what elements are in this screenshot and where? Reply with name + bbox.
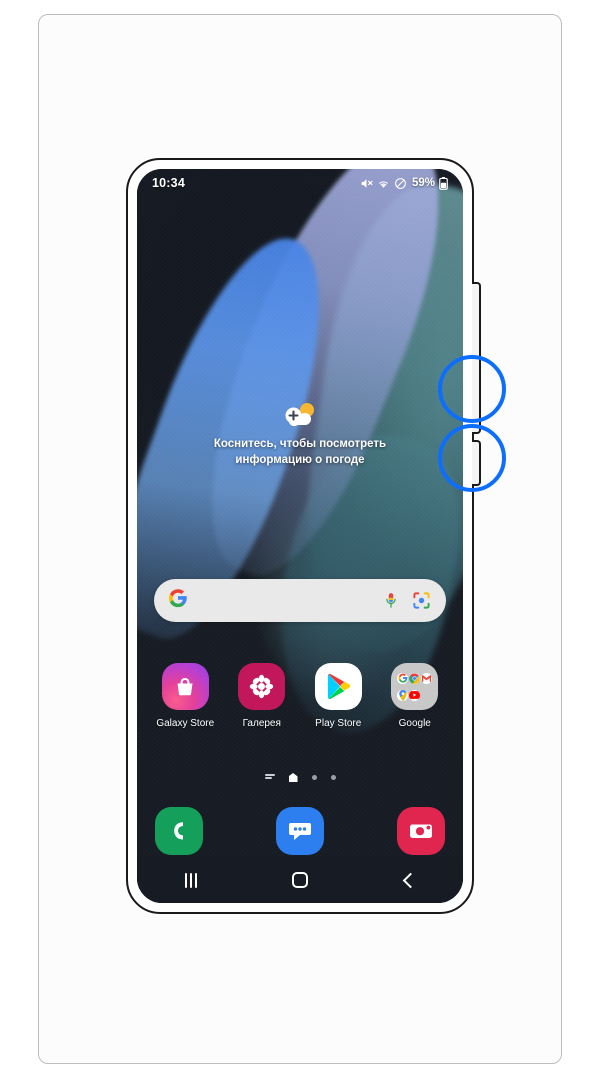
google-lens-icon[interactable] <box>410 590 432 612</box>
apps-list-glyph-icon[interactable] <box>264 773 275 782</box>
play-store-icon <box>314 663 362 710</box>
google-g-icon <box>168 588 188 613</box>
gallery-icon <box>238 663 286 710</box>
weather-add-cloud-sun-icon <box>282 401 318 429</box>
page-indicator <box>137 773 463 782</box>
messages-icon[interactable] <box>276 807 324 855</box>
phone-icon[interactable] <box>155 807 203 855</box>
page-dot[interactable] <box>311 775 317 780</box>
chrome-icon <box>409 672 421 684</box>
maps-icon <box>397 689 409 701</box>
navigation-bar <box>137 857 463 903</box>
weather-widget[interactable]: Коснитесь, чтобы посмотреть информацию о… <box>137 401 463 468</box>
annotation-circle-volume <box>438 355 506 423</box>
app-label: Galaxy Store <box>156 718 215 729</box>
home-icon[interactable] <box>277 865 323 895</box>
page-dot[interactable] <box>330 775 336 780</box>
gmail-icon <box>421 672 433 684</box>
home-page-active-indicator[interactable] <box>288 773 298 782</box>
galaxy-store-icon <box>161 663 209 710</box>
app-label: Google <box>398 718 431 729</box>
app-galaxy-store[interactable]: Galaxy Store <box>152 663 218 729</box>
google-search-bar[interactable] <box>154 579 446 622</box>
phone-screen: 10:34 59% Коснитесь, чтобы посмотреть ин… <box>137 169 463 903</box>
battery-percent-label: 59% <box>411 177 435 189</box>
app-play-store[interactable]: Play Store <box>305 663 371 729</box>
recents-icon[interactable] <box>168 865 214 895</box>
app-google-folder[interactable]: Google <box>382 663 448 729</box>
app-gallery[interactable]: Галерея <box>229 663 295 729</box>
app-label: Play Store <box>315 718 362 729</box>
battery-icon <box>439 176 448 190</box>
google-folder-icon <box>391 663 439 710</box>
do-not-disturb-icon <box>394 177 407 190</box>
page-root: 10:34 59% Коснитесь, чтобы посмотреть ин… <box>0 0 600 1077</box>
camera-icon[interactable] <box>397 807 445 855</box>
status-bar: 10:34 59% <box>137 169 463 197</box>
wallpaper <box>137 169 463 903</box>
google-icon <box>397 672 409 684</box>
back-icon[interactable] <box>386 865 432 895</box>
app-label: Галерея <box>242 718 281 729</box>
voice-search-icon[interactable] <box>380 590 402 612</box>
status-time: 10:34 <box>152 176 185 190</box>
weather-widget-text: Коснитесь, чтобы посмотреть информацию о… <box>213 438 387 466</box>
app-grid: Galaxy Store Галерея Play Store Google <box>147 663 453 729</box>
status-icons: 59% <box>360 176 448 190</box>
mute-icon <box>360 177 373 190</box>
dock <box>155 807 445 855</box>
youtube-icon <box>409 689 421 701</box>
annotation-circle-power <box>438 424 506 492</box>
wifi-icon <box>377 177 390 190</box>
phone-device: 10:34 59% Коснитесь, чтобы посмотреть ин… <box>126 158 506 914</box>
wallpaper-grain <box>137 169 463 903</box>
